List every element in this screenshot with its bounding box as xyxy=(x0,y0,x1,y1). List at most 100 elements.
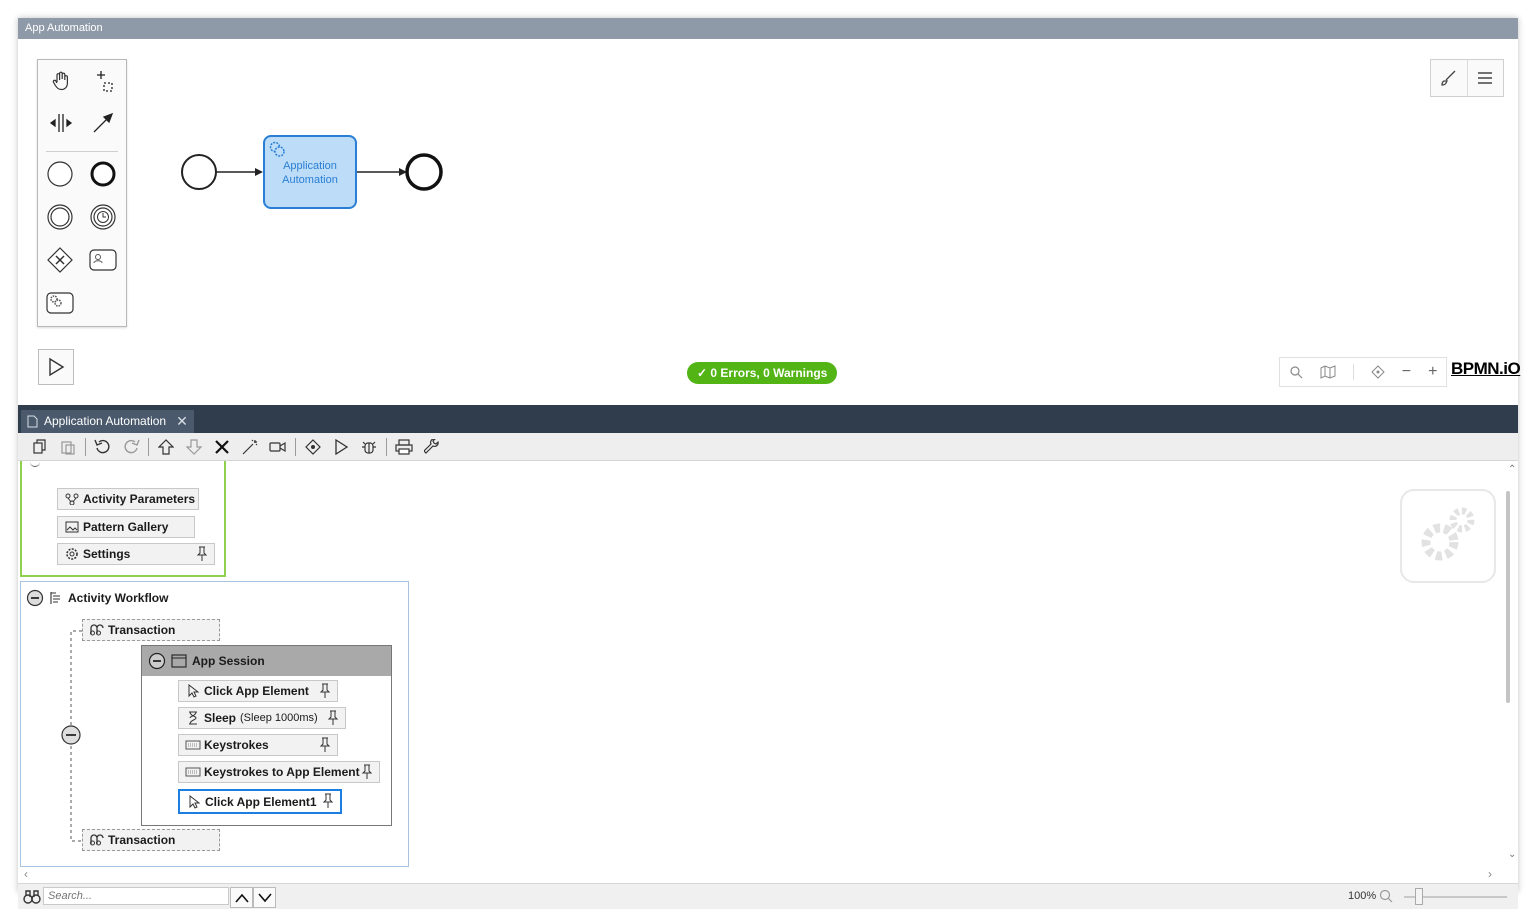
wrench-icon xyxy=(424,438,439,454)
vertical-scrollbar[interactable]: ⌃ ⌄ xyxy=(1501,461,1518,867)
user-task-icon[interactable] xyxy=(88,245,118,275)
binoculars-icon[interactable] xyxy=(23,889,41,905)
scroll-right-icon[interactable]: › xyxy=(1488,867,1492,881)
app-session-header[interactable]: App Session xyxy=(142,646,391,676)
transaction-icon xyxy=(89,624,105,636)
paint-brush-button[interactable] xyxy=(1431,60,1467,96)
pin-icon[interactable] xyxy=(361,764,373,783)
record-icon xyxy=(269,441,286,452)
zoom-level: 100% xyxy=(1348,890,1377,902)
activity-workflow-header[interactable]: Activity Workflow xyxy=(26,589,168,607)
settings-node[interactable]: Settings xyxy=(57,543,215,565)
step-keystrokes[interactable]: Keystrokes xyxy=(178,734,338,756)
menu-button[interactable] xyxy=(1466,60,1504,96)
settings-wrench-button[interactable] xyxy=(418,434,446,460)
step-click-app-element1-selected[interactable]: Click App Element1 xyxy=(178,789,342,814)
zoom-slider-thumb[interactable] xyxy=(1415,888,1423,905)
pin-icon[interactable] xyxy=(319,683,331,702)
record-button[interactable] xyxy=(264,434,292,460)
activity-parameters-node[interactable]: Activity Parameters xyxy=(57,488,199,510)
service-task-icon[interactable] xyxy=(45,288,75,318)
paste-button[interactable] xyxy=(54,434,82,460)
search-input[interactable] xyxy=(43,887,229,905)
scroll-left-icon[interactable]: ‹ xyxy=(24,867,28,881)
pin-icon[interactable] xyxy=(196,546,208,565)
move-down-button[interactable] xyxy=(180,434,208,460)
end-event[interactable] xyxy=(405,153,443,191)
zoom-out-icon[interactable]: − xyxy=(1402,363,1411,381)
designer-toolbar xyxy=(18,433,1518,461)
gateway-icon[interactable] xyxy=(45,245,75,275)
start-event-icon[interactable] xyxy=(45,159,75,189)
delete-button[interactable] xyxy=(208,434,236,460)
pin-icon[interactable] xyxy=(322,793,334,812)
scroll-thumb[interactable] xyxy=(1506,491,1510,703)
connect-tool-icon[interactable] xyxy=(88,108,118,138)
transaction-bottom-node[interactable]: Transaction xyxy=(82,829,220,851)
search-previous-button[interactable] xyxy=(230,887,253,908)
magic-wand-button[interactable] xyxy=(236,434,264,460)
validation-status-text: 0 Errors, 0 Warnings xyxy=(710,366,828,380)
zoom-in-icon[interactable]: + xyxy=(1428,363,1437,381)
hand-tool-icon[interactable] xyxy=(46,66,76,96)
collapse-circle-icon[interactable] xyxy=(26,589,44,607)
step-click-app-element[interactable]: Click App Element xyxy=(178,680,338,702)
document-tab[interactable]: Application Automation ✕ xyxy=(21,410,194,433)
map-icon[interactable] xyxy=(1320,365,1336,379)
step-label: Click App Element1 xyxy=(205,794,317,809)
task-label-line2: Automation xyxy=(282,174,338,186)
application-automation-task[interactable]: Application Automation xyxy=(263,135,357,209)
pattern-gallery-label: Pattern Gallery xyxy=(83,520,169,534)
print-icon xyxy=(395,438,413,455)
copy-button[interactable] xyxy=(26,434,54,460)
step-label: Keystrokes xyxy=(204,738,269,752)
properties-gear-button[interactable] xyxy=(1400,489,1496,583)
transaction-icon xyxy=(89,834,105,846)
undo-button[interactable] xyxy=(89,434,117,460)
pin-icon[interactable] xyxy=(327,710,339,729)
transaction-top-node[interactable]: Transaction xyxy=(82,619,220,641)
parameters-icon xyxy=(64,493,80,505)
timer-event-icon[interactable] xyxy=(88,202,118,232)
validation-status[interactable]: ✓ 0 Errors, 0 Warnings xyxy=(687,362,838,384)
bpmn-canvas[interactable]: Application Automation ✓ 0 Errors, 0 War… xyxy=(18,39,1521,405)
paste-icon xyxy=(61,440,75,455)
intermediate-event-icon[interactable] xyxy=(45,202,75,232)
move-down-icon xyxy=(186,438,202,455)
lasso-tool-icon[interactable] xyxy=(88,66,118,96)
start-event[interactable] xyxy=(181,154,217,190)
play-icon xyxy=(49,357,65,377)
bug-button[interactable] xyxy=(355,434,383,460)
run-simulation-button[interactable] xyxy=(38,349,74,385)
step-keystrokes-to-app-element[interactable]: Keystrokes to App Element xyxy=(178,761,380,783)
settings-label: Settings xyxy=(83,547,131,561)
move-up-button[interactable] xyxy=(152,434,180,460)
bpmn-io-logo[interactable]: BPMN.iO xyxy=(1451,359,1521,379)
gallery-icon xyxy=(64,521,80,533)
search-next-button[interactable] xyxy=(253,887,276,908)
print-button[interactable] xyxy=(390,434,418,460)
debug-button[interactable] xyxy=(299,434,327,460)
cursor-icon xyxy=(186,794,202,809)
pin-icon[interactable] xyxy=(319,737,331,756)
undo-icon xyxy=(94,439,110,453)
horizontal-scrollbar[interactable]: ‹ › xyxy=(18,867,1518,883)
scroll-up-icon[interactable]: ⌃ xyxy=(1508,464,1516,475)
zoom-search-icon[interactable] xyxy=(1379,889,1393,903)
run-button[interactable] xyxy=(327,434,355,460)
reset-icon[interactable] xyxy=(1370,365,1385,379)
app-window: App Automation Application Automation ✓ … xyxy=(18,18,1521,909)
tool-palette xyxy=(37,59,127,327)
scroll-down-icon[interactable]: ⌄ xyxy=(1508,849,1516,860)
close-tab-icon[interactable]: ✕ xyxy=(176,410,188,433)
collapse-session-icon[interactable] xyxy=(148,652,166,670)
redo-button[interactable] xyxy=(117,434,145,460)
activity-workflow-label: Activity Workflow xyxy=(68,591,169,605)
end-event-icon[interactable] xyxy=(88,159,118,189)
gear-icon xyxy=(64,547,80,561)
space-tool-icon[interactable] xyxy=(46,108,76,138)
pattern-gallery-node[interactable]: Pattern Gallery xyxy=(57,516,195,538)
search-icon[interactable] xyxy=(1289,365,1303,379)
step-sleep[interactable]: Sleep (Sleep 1000ms) xyxy=(178,707,346,729)
workflow-designer[interactable]: Activity Parameters Pattern Gallery Sett… xyxy=(18,461,1518,867)
